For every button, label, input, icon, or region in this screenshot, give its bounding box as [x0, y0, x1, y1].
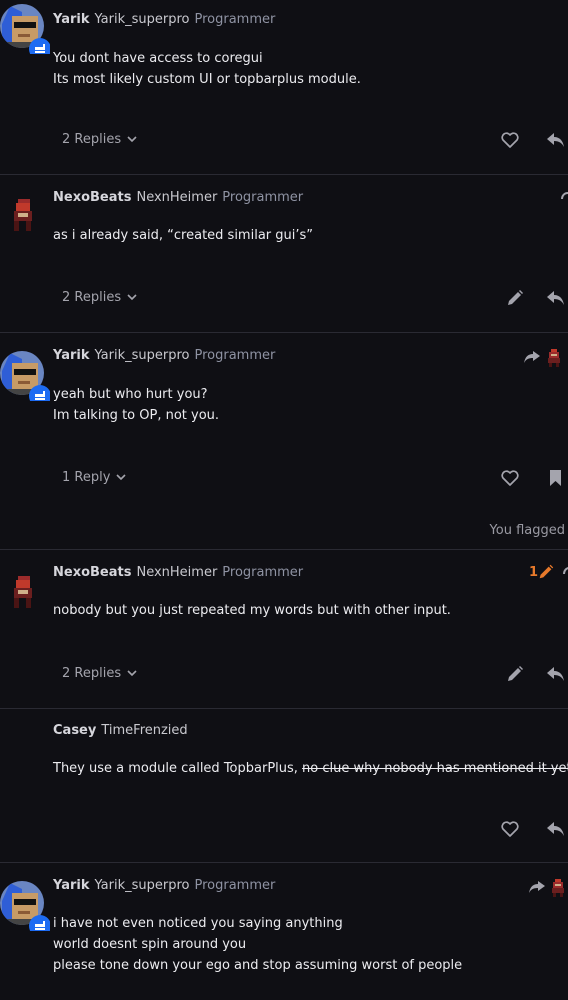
author-username[interactable]: TimeFrenzied	[101, 723, 187, 738]
post-meta: NexoBeats NexnHeimer Programmer	[53, 190, 303, 205]
author-username[interactable]: Yarik_superpro	[95, 878, 190, 893]
avatar[interactable]	[0, 351, 50, 401]
post-body: You dont have access to coregui Its most…	[53, 48, 361, 90]
post-meta: Yarik Yarik_superpro Programmer	[53, 12, 275, 27]
author-display-name[interactable]: Casey	[53, 723, 96, 738]
post-text: They use a module called TopbarPlus,	[53, 761, 303, 776]
heart-icon[interactable]	[500, 468, 520, 488]
reply-to-avatar[interactable]	[546, 349, 566, 369]
user-title: Programmer	[222, 565, 304, 580]
author-username[interactable]: Yarik_superpro	[95, 348, 190, 363]
chevron-down-icon	[127, 132, 137, 147]
post-body: i have not even noticed you saying anyth…	[53, 913, 462, 976]
pencil-icon[interactable]	[505, 664, 525, 684]
post-line: nobody but you just repeated my words bu…	[53, 603, 451, 618]
replies-label: 2 Replies	[62, 666, 122, 681]
avatar[interactable]	[0, 881, 50, 931]
post-line: They use a module called TopbarPlus, no …	[53, 758, 568, 779]
post-meta: NexoBeats NexnHeimer Programmer	[53, 565, 303, 580]
post: Casey TimeFrenzied They use a module call…	[0, 709, 568, 861]
user-title: Programmer	[194, 878, 276, 893]
replies-toggle[interactable]: 2 Replies	[62, 132, 137, 147]
author-display-name[interactable]: NexoBeats	[53, 565, 131, 580]
post-body: They use a module called TopbarPlus, no …	[53, 758, 568, 779]
reply-arrow-icon[interactable]	[522, 347, 542, 367]
post: Yarik Yarik_superpro Programmer You dont h…	[0, 0, 568, 174]
user-title: Programmer	[194, 348, 276, 363]
author-username[interactable]: NexnHeimer	[136, 565, 217, 580]
pencil-icon[interactable]	[537, 563, 557, 583]
chevron-down-icon	[116, 470, 126, 485]
post: Yarik Yarik_superpro Programmer i have not…	[0, 863, 568, 1000]
post-meta: Yarik Yarik_superpro Programmer	[53, 348, 275, 363]
post-body: yeah but who hurt you? Im talking to OP,…	[53, 384, 219, 426]
replies-toggle[interactable]: 1 Reply	[62, 470, 126, 485]
reply-icon[interactable]	[546, 130, 566, 150]
post: NexoBeats NexnHeimer Programmer as i alrea…	[0, 175, 568, 332]
post-line: i have not even noticed you saying anyth…	[53, 916, 343, 931]
reply-icon[interactable]	[546, 819, 566, 839]
reply-arrow-icon[interactable]	[560, 192, 568, 212]
post-line: as i already said, “created similar gui’…	[53, 228, 314, 243]
chevron-down-icon	[127, 666, 137, 681]
post-body: nobody but you just repeated my words bu…	[53, 600, 451, 621]
avatar[interactable]	[0, 4, 50, 54]
author-display-name[interactable]: Yarik	[53, 12, 90, 27]
post-meta: Casey TimeFrenzied	[53, 723, 188, 738]
replies-label: 1 Reply	[62, 470, 111, 485]
post-line: world doesnt spin around you	[53, 937, 247, 952]
chevron-down-icon	[127, 290, 137, 305]
post: Yarik Yarik_superpro Programmer yeah but w…	[0, 333, 568, 549]
post-line: yeah but who hurt you?	[53, 387, 208, 402]
reply-arrow-icon[interactable]	[527, 877, 547, 897]
post-line: please tone down your ego and stop assum…	[53, 958, 463, 973]
author-username[interactable]: Yarik_superpro	[95, 12, 190, 27]
user-title: Programmer	[222, 190, 304, 205]
replies-toggle[interactable]: 2 Replies	[62, 666, 137, 681]
post-line: You dont have access to coregui	[53, 51, 263, 66]
reply-icon[interactable]	[546, 664, 566, 684]
pencil-icon[interactable]	[505, 288, 525, 308]
replies-toggle[interactable]: 2 Replies	[62, 290, 137, 305]
bookmark-icon[interactable]	[546, 468, 566, 488]
heart-icon[interactable]	[500, 819, 520, 839]
post-body: as i already said, “created similar gui’…	[53, 225, 313, 246]
replies-label: 2 Replies	[62, 290, 122, 305]
post: NexoBeats NexnHeimer Programmer 1 nobody b…	[0, 550, 568, 707]
post-line: Its most likely custom UI or topbarplus …	[53, 72, 361, 87]
replies-label: 2 Replies	[62, 132, 122, 147]
struck-text: no clue why nobody has mentioned it yet.	[302, 761, 568, 776]
post-line: Im talking to OP, not you.	[53, 408, 220, 423]
reply-to-avatar[interactable]	[550, 879, 568, 899]
author-display-name[interactable]: NexoBeats	[53, 190, 131, 205]
author-display-name[interactable]: Yarik	[53, 878, 90, 893]
heart-icon[interactable]	[500, 130, 520, 150]
reply-arrow-icon[interactable]	[562, 566, 568, 586]
post-meta: Yarik Yarik_superpro Programmer	[53, 878, 275, 893]
user-title: Programmer	[194, 12, 276, 27]
flag-status: You flagged	[489, 523, 565, 538]
author-display-name[interactable]: Yarik	[53, 348, 90, 363]
reply-icon[interactable]	[546, 288, 566, 308]
author-username[interactable]: NexnHeimer	[136, 190, 217, 205]
